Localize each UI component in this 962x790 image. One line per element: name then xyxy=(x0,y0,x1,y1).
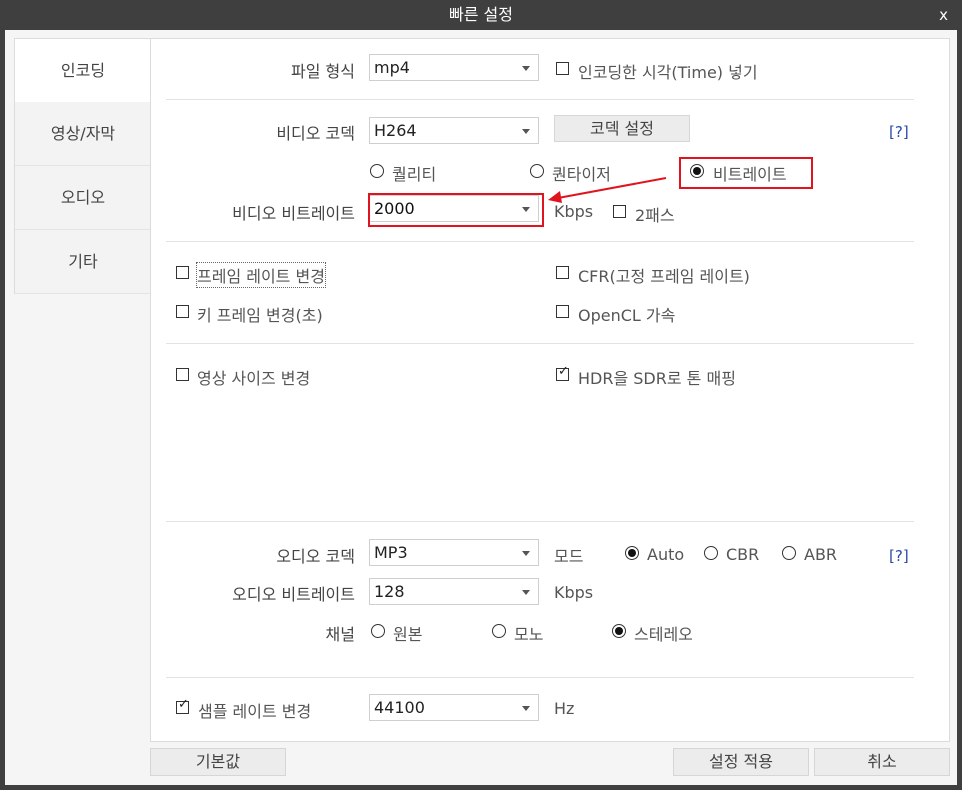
samplerate-unit: Hz xyxy=(554,699,575,718)
opencl-label: OpenCL 가속 xyxy=(578,306,676,325)
radio-channel-mono-label: 모노 xyxy=(514,625,544,644)
radio-audio-cbr-label: CBR xyxy=(726,545,760,564)
two-pass-label: 2패스 xyxy=(635,206,675,225)
audio-help-link[interactable]: [?] xyxy=(889,547,909,565)
radio-audio-auto-label: Auto xyxy=(647,545,685,564)
change-size-label: 영상 사이즈 변경 xyxy=(197,369,311,388)
window-title: 빠른 설정 xyxy=(449,5,513,24)
check-icon: ✓ xyxy=(558,364,569,379)
cfr-label: CFR(고정 프레임 레이트) xyxy=(578,267,750,286)
radio-channel-mono[interactable] xyxy=(492,624,506,638)
close-button[interactable]: x xyxy=(939,0,948,30)
change-keyframe-label: 키 프레임 변경(초) xyxy=(197,306,323,325)
cfr-checkbox[interactable] xyxy=(556,266,569,279)
radio-audio-auto[interactable] xyxy=(625,546,639,560)
divider xyxy=(166,241,914,242)
radio-quality-label: 퀄리티 xyxy=(392,165,437,184)
radio-audio-cbr[interactable] xyxy=(704,546,718,560)
change-size-checkbox[interactable] xyxy=(176,368,189,381)
insert-time-checkbox[interactable] xyxy=(556,62,569,75)
sidebar-item-video-subtitle[interactable]: 영상/자막 xyxy=(15,102,151,166)
hdr-to-sdr-checkbox[interactable]: ✓ xyxy=(556,364,569,381)
audio-codec-value: MP3 xyxy=(374,543,408,562)
audio-codec-select[interactable]: MP3 xyxy=(369,539,539,566)
apply-button[interactable]: 설정 적용 xyxy=(673,748,809,776)
divider xyxy=(166,677,914,678)
change-framerate-checkbox[interactable] xyxy=(176,266,189,279)
audio-bitrate-label: 오디오 비트레이트 xyxy=(232,585,355,604)
chevron-down-icon xyxy=(522,551,530,556)
hdr-to-sdr-label: HDR을 SDR로 톤 매핑 xyxy=(578,369,736,388)
radio-selected-dot xyxy=(615,627,623,635)
radio-audio-abr-label: ABR xyxy=(804,545,838,564)
highlight-box-bitrate xyxy=(679,157,813,189)
radio-audio-abr[interactable] xyxy=(782,546,796,560)
video-bitrate-label: 비디오 비트레이트 xyxy=(232,204,355,223)
file-format-value: mp4 xyxy=(374,58,410,77)
highlight-box-video-bitrate xyxy=(368,193,544,227)
sidebar-item-etc[interactable]: 기타 xyxy=(15,230,151,294)
divider xyxy=(166,99,914,100)
cancel-button[interactable]: 취소 xyxy=(814,748,950,776)
two-pass-checkbox[interactable] xyxy=(613,205,626,218)
radio-channel-stereo[interactable] xyxy=(612,624,626,638)
samplerate-checkbox[interactable]: ✓ xyxy=(176,697,189,714)
radio-selected-dot xyxy=(628,549,636,557)
check-icon: ✓ xyxy=(178,697,189,712)
chevron-down-icon xyxy=(522,706,530,711)
insert-time-label: 인코딩한 시각(Time) 넣기 xyxy=(578,63,758,82)
chevron-down-icon xyxy=(522,590,530,595)
sidebar: 인코딩 영상/자막 오디오 기타 xyxy=(14,38,152,294)
opencl-checkbox[interactable] xyxy=(556,305,569,318)
divider xyxy=(166,521,914,522)
chevron-down-icon xyxy=(522,66,530,71)
change-keyframe-checkbox[interactable] xyxy=(176,305,189,318)
radio-channel-original-label: 원본 xyxy=(393,625,423,644)
audio-mode-label: 모드 xyxy=(554,547,584,566)
video-codec-label: 비디오 코덱 xyxy=(276,124,355,143)
video-codec-select[interactable]: H264 xyxy=(369,117,539,144)
channel-label: 채널 xyxy=(325,625,355,644)
video-codec-value: H264 xyxy=(374,121,417,140)
samplerate-select[interactable]: 44100 xyxy=(369,694,539,721)
audio-bitrate-select[interactable]: 128 xyxy=(369,578,539,605)
sidebar-item-audio[interactable]: 오디오 xyxy=(15,166,151,230)
samplerate-value: 44100 xyxy=(374,698,425,717)
sidebar-item-encoding[interactable]: 인코딩 xyxy=(15,39,151,103)
codec-settings-button[interactable]: 코덱 설정 xyxy=(554,115,690,142)
file-format-label: 파일 형식 xyxy=(291,62,355,81)
video-help-link[interactable]: [?] xyxy=(889,123,909,141)
video-bitrate-unit: Kbps xyxy=(554,202,594,221)
chevron-down-icon xyxy=(522,129,530,134)
radio-channel-original[interactable] xyxy=(371,624,385,638)
file-format-select[interactable]: mp4 xyxy=(369,54,539,81)
annotation-arrow-line xyxy=(557,177,667,199)
divider xyxy=(166,343,914,344)
audio-bitrate-value: 128 xyxy=(374,582,405,601)
radio-channel-stereo-label: 스테레오 xyxy=(634,625,693,644)
radio-quality[interactable] xyxy=(370,164,384,178)
audio-codec-label: 오디오 코덱 xyxy=(276,547,355,566)
samplerate-label: 샘플 레이트 변경 xyxy=(198,702,312,721)
default-button[interactable]: 기본값 xyxy=(150,748,286,776)
audio-bitrate-unit: Kbps xyxy=(554,583,594,602)
change-framerate-label: 프레임 레이트 변경 xyxy=(196,262,326,288)
